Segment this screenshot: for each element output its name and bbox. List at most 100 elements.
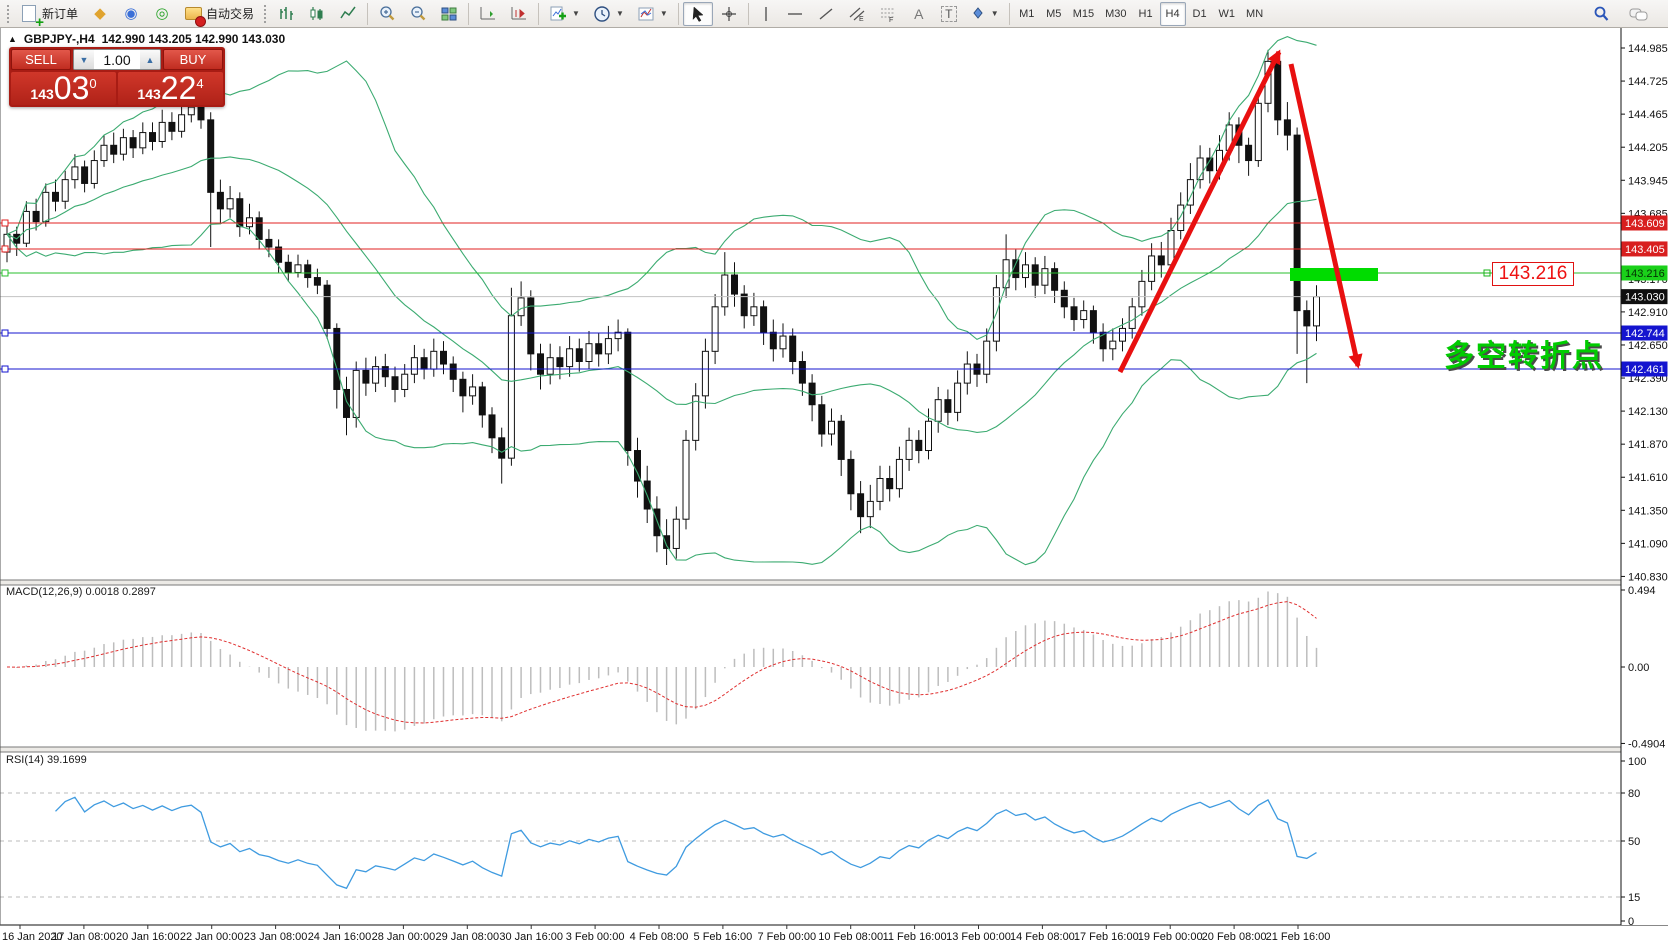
toolbar-drag-handle[interactable] xyxy=(6,4,11,24)
new-order-icon xyxy=(20,5,38,23)
timeframe-button-h1[interactable]: H1 xyxy=(1133,2,1159,26)
svg-text:0.494: 0.494 xyxy=(1628,585,1656,597)
zoom-in-icon xyxy=(378,5,396,23)
svg-text:100: 100 xyxy=(1628,756,1646,768)
svg-text:13 Feb 00:00: 13 Feb 00:00 xyxy=(946,931,1011,943)
svg-text:144.725: 144.725 xyxy=(1628,76,1668,88)
turning-point-annotation[interactable]: 多空转折点 xyxy=(1444,331,1604,375)
text-tool[interactable]: A xyxy=(904,2,934,26)
line-handle xyxy=(2,246,8,252)
period-clock-icon xyxy=(593,5,611,23)
collapse-triangle-icon[interactable]: ▲ xyxy=(8,34,17,44)
profile-button[interactable]: ◉ xyxy=(116,2,146,26)
svg-text:21 Feb 16:00: 21 Feb 16:00 xyxy=(1266,931,1331,943)
svg-text:14 Feb 08:00: 14 Feb 08:00 xyxy=(1010,931,1075,943)
volume-decrease-button[interactable]: ▼ xyxy=(74,50,94,69)
svg-text:141.350: 141.350 xyxy=(1628,505,1668,517)
svg-text:50: 50 xyxy=(1628,836,1640,848)
new-chart-dropdown[interactable]: ▼ xyxy=(543,2,586,26)
text-label-icon: T xyxy=(941,6,957,22)
svg-text:11 Feb 16:00: 11 Feb 16:00 xyxy=(883,931,947,943)
vertical-line-tool[interactable] xyxy=(753,2,779,26)
signals-button[interactable]: ◎ xyxy=(147,2,177,26)
toolbar-drag-handle[interactable] xyxy=(263,4,268,24)
price-tag-label[interactable]: 143.216 xyxy=(1492,262,1574,286)
shapes-dropdown[interactable]: ▼ xyxy=(964,2,1005,26)
svg-text:17 Jan 08:00: 17 Jan 08:00 xyxy=(52,931,116,943)
svg-text:143.216: 143.216 xyxy=(1625,268,1665,280)
svg-text:20 Feb 08:00: 20 Feb 08:00 xyxy=(1202,931,1267,943)
line-chart-button[interactable] xyxy=(333,2,363,26)
buy-price[interactable]: 143224 xyxy=(118,72,223,105)
svg-text:143.030: 143.030 xyxy=(1625,292,1665,304)
timeframe-button-m1[interactable]: M1 xyxy=(1014,2,1040,26)
auto-trading-button[interactable]: 自动交易 xyxy=(178,2,260,26)
svg-text:142.744: 142.744 xyxy=(1625,328,1665,340)
chart-shift-button[interactable] xyxy=(504,2,534,26)
cursor-tool-button[interactable] xyxy=(683,2,713,26)
timeframe-button-m30[interactable]: M30 xyxy=(1100,2,1131,26)
line-handle xyxy=(2,220,8,226)
svg-text:140.830: 140.830 xyxy=(1628,571,1668,583)
auto-scroll-button[interactable] xyxy=(473,2,503,26)
new-order-label: 新订单 xyxy=(42,5,78,22)
fibonacci-tool[interactable]: F xyxy=(873,2,903,26)
sell-button[interactable]: SELL xyxy=(11,49,71,70)
horizontal-line-icon xyxy=(786,5,804,23)
timeframe-button-h4[interactable]: H4 xyxy=(1160,2,1186,26)
chat-button[interactable] xyxy=(1622,2,1656,26)
zoom-in-button[interactable] xyxy=(372,2,402,26)
chart-canvas[interactable]: 144.985144.725144.465144.205143.945143.6… xyxy=(0,0,1668,946)
profile-icon: ◉ xyxy=(122,5,140,23)
volume-value[interactable]: 1.00 xyxy=(94,50,140,69)
candle-chart-button[interactable] xyxy=(302,2,332,26)
svg-text:0: 0 xyxy=(1628,916,1634,928)
buy-button[interactable]: BUY xyxy=(163,49,223,70)
svg-text:20 Jan 16:00: 20 Jan 16:00 xyxy=(116,931,180,943)
text-icon: A xyxy=(910,5,928,23)
volume-increase-button[interactable]: ▲ xyxy=(140,50,160,69)
timeframe-button-d1[interactable]: D1 xyxy=(1187,2,1213,26)
timeframe-button-m15[interactable]: M15 xyxy=(1068,2,1099,26)
svg-text:3 Feb 00:00: 3 Feb 00:00 xyxy=(566,931,625,943)
search-button[interactable] xyxy=(1586,2,1616,26)
svg-text:19 Feb 00:00: 19 Feb 00:00 xyxy=(1138,931,1203,943)
svg-text:0.00: 0.00 xyxy=(1628,662,1649,674)
timeframe-button-mn[interactable]: MN xyxy=(1241,2,1268,26)
line-chart-icon xyxy=(339,5,357,23)
timeframe-button-w1[interactable]: W1 xyxy=(1214,2,1241,26)
toolbar: 新订单 ◆ ◉ ◎ 自动交易 xyxy=(0,0,1668,28)
chevron-down-icon: ▼ xyxy=(660,9,668,18)
bar-chart-button[interactable] xyxy=(271,2,301,26)
auto-trading-icon xyxy=(184,5,202,23)
svg-text:-0.4904: -0.4904 xyxy=(1628,738,1665,750)
gold-button[interactable]: ◆ xyxy=(85,2,115,26)
timeframe-button-m5[interactable]: M5 xyxy=(1041,2,1067,26)
templates-dropdown[interactable]: ▼ xyxy=(631,2,674,26)
search-icon xyxy=(1592,5,1610,23)
period-dropdown[interactable]: ▼ xyxy=(587,2,630,26)
svg-text:141.870: 141.870 xyxy=(1628,439,1668,451)
chevron-down-icon: ▼ xyxy=(572,9,580,18)
trendline-tool[interactable] xyxy=(811,2,841,26)
zoom-out-button[interactable] xyxy=(403,2,433,26)
timeframe-group: M1M5M15M30H1H4D1W1MN xyxy=(1014,2,1268,26)
text-label-tool[interactable]: T xyxy=(935,2,963,26)
sell-price[interactable]: 143030 xyxy=(11,72,116,105)
svg-text:143.405: 143.405 xyxy=(1625,244,1665,256)
horizontal-line-tool[interactable] xyxy=(780,2,810,26)
crosshair-tool-button[interactable] xyxy=(714,2,744,26)
channel-tool[interactable]: E xyxy=(842,2,872,26)
toolbar-right-icons xyxy=(1586,2,1664,26)
line-handle xyxy=(2,366,8,372)
chart-shift-icon xyxy=(510,5,528,23)
svg-text:F: F xyxy=(889,17,893,23)
bars-chart-icon xyxy=(277,5,295,23)
new-order-button[interactable]: 新订单 xyxy=(14,2,84,26)
volume-stepper: ▼ 1.00 ▲ xyxy=(73,49,161,70)
channel-icon: E xyxy=(848,5,866,23)
cursor-icon xyxy=(689,5,707,23)
svg-text:80: 80 xyxy=(1628,788,1640,800)
tile-windows-button[interactable] xyxy=(434,2,464,26)
auto-trading-label: 自动交易 xyxy=(206,5,254,22)
